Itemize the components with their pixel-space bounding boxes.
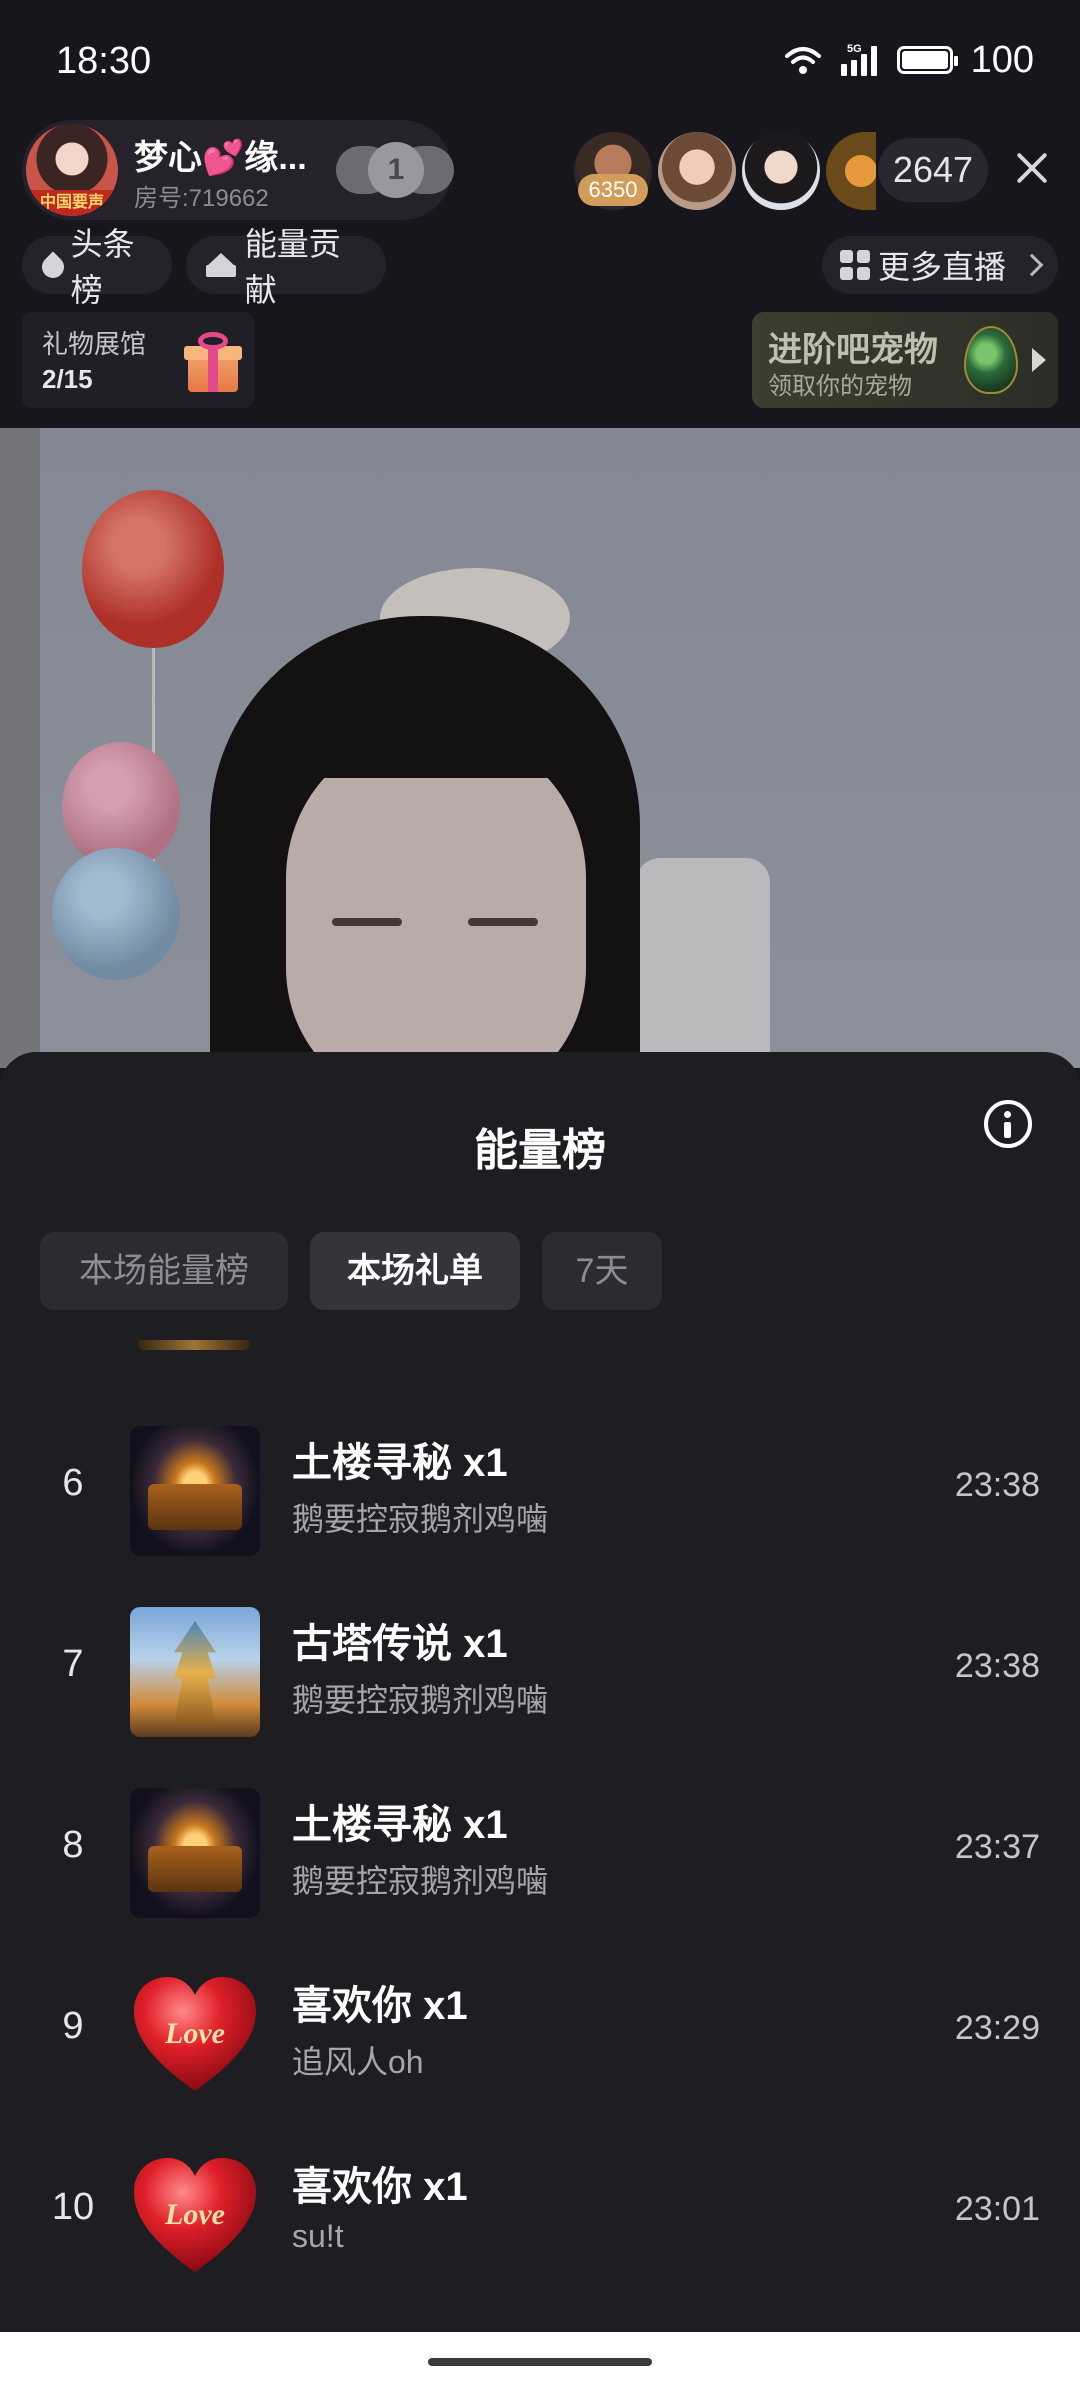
- battery-level: 100: [970, 38, 1034, 81]
- heart-label: Love: [164, 2198, 225, 2231]
- pet-egg-icon: [964, 326, 1018, 394]
- heart-gift-icon: Love: [130, 2150, 260, 2280]
- tab-7-days[interactable]: 7天: [542, 1232, 662, 1310]
- crown-icon: [204, 251, 237, 279]
- heart-label: Love: [164, 2017, 225, 2050]
- room-number: 房号:719662: [134, 185, 269, 212]
- headline-rank-label: 头条榜: [70, 226, 135, 308]
- more-live-label: 更多直播: [878, 249, 1007, 285]
- sender-name: 追风人oh: [292, 2044, 424, 2080]
- heart-gift-icon: Love: [130, 1969, 260, 2099]
- gift-hall-button[interactable]: 礼物展馆 2/15: [22, 312, 254, 408]
- home-indicator[interactable]: [428, 2358, 652, 2366]
- gift-time: 23:38: [954, 1647, 1040, 1685]
- headline-rank-button[interactable]: 头条榜: [22, 226, 172, 308]
- gift-hall-count: 2/15: [42, 364, 93, 394]
- list-item[interactable]: 7 古塔传说 x1 鹅要控寂鹅剂鸡噛 23:38: [0, 1583, 1080, 1763]
- wifi-icon: [784, 47, 821, 74]
- gift-name: 喜欢你 x1: [292, 1984, 468, 2028]
- viewer-avatar[interactable]: [658, 132, 736, 210]
- list-item[interactable]: 10 Love 喜欢你 x1 su!t 23:01: [0, 2126, 1080, 2306]
- signal-5g-icon: 5G: [840, 43, 877, 76]
- system-navigation-bar: [0, 2332, 1080, 2400]
- online-count[interactable]: 2647: [878, 138, 988, 202]
- gift-thumbnail: [130, 1426, 260, 1556]
- gift-thumbnail: [130, 1788, 260, 1918]
- chevron-right-icon: [1020, 253, 1044, 277]
- rank-number: 10: [51, 2186, 95, 2228]
- host-name: 梦心💕缘...: [134, 139, 307, 177]
- list-item[interactable]: 9 Love 喜欢你 x1 追风人oh 23:29: [0, 1945, 1080, 2125]
- gift-box-icon: [184, 332, 242, 392]
- network-label: 5G: [847, 43, 862, 55]
- list-item[interactable]: 8 土楼寻秘 x1 鹅要控寂鹅剂鸡噛 23:37: [0, 1764, 1080, 1944]
- gift-hall-label: 礼物展馆: [42, 329, 147, 359]
- tab-session-gifts[interactable]: 本场礼单: [310, 1232, 520, 1310]
- gift-thumbnail: [130, 1607, 260, 1737]
- live-room-screen: 18:30 5G 100 中国要声 梦心💕缘... 房号:719662 1 63…: [0, 0, 1080, 2400]
- tab-session-energy[interactable]: 本场能量榜: [40, 1232, 288, 1310]
- close-icon[interactable]: [1010, 146, 1054, 190]
- rank-number: 6: [62, 1462, 84, 1504]
- drop-icon: [40, 250, 63, 280]
- gift-time: 23:01: [954, 2190, 1040, 2228]
- grid-icon: [840, 250, 870, 280]
- sender-name: 鹅要控寂鹅剂鸡噛: [292, 1501, 549, 1537]
- energy-rank-sheet: 能量榜 本场能量榜 本场礼单 7天 6 土楼寻秘 x1 鹅要控寂鹅剂鸡噛 23:…: [0, 1052, 1080, 2332]
- gift-time: 23:38: [954, 1466, 1040, 1504]
- host-avatar[interactable]: 中国要声: [26, 124, 118, 216]
- list-item[interactable]: 6 土楼寻秘 x1 鹅要控寂鹅剂鸡噛 23:38: [0, 1402, 1080, 1582]
- gift-name: 土楼寻秘 x1: [292, 1803, 508, 1847]
- sender-name: su!t: [292, 2218, 344, 2254]
- more-live-button[interactable]: 更多直播: [822, 236, 1058, 294]
- rank-number: 8: [62, 1824, 84, 1866]
- sender-name: 鹅要控寂鹅剂鸡噛: [292, 1863, 549, 1899]
- viewer-avatar[interactable]: [742, 132, 820, 210]
- gift-name: 土楼寻秘 x1: [292, 1441, 508, 1485]
- viewer-avatar[interactable]: [826, 132, 876, 210]
- live-video-stream[interactable]: [0, 428, 1080, 1068]
- battery-icon: [896, 46, 958, 74]
- top-header-area: 18:30 5G 100 中国要声 梦心💕缘... 房号:719662 1 63…: [0, 0, 1080, 428]
- energy-contribution-label: 能量贡献: [244, 226, 341, 308]
- pet-banner-subtitle: 领取你的宠物: [768, 373, 912, 400]
- pet-banner[interactable]: 进阶吧宠物 领取你的宠物: [752, 312, 1058, 408]
- gift-time: 23:29: [954, 2009, 1040, 2047]
- fan-level: 1: [368, 142, 424, 198]
- sheet-title: 能量榜: [474, 1126, 606, 1175]
- viewer-score-badge: 6350: [578, 174, 648, 206]
- energy-contribution-button[interactable]: 能量贡献: [186, 226, 386, 308]
- fan-club-badge[interactable]: 1: [336, 138, 454, 202]
- gift-name: 古塔传说 x1: [292, 1622, 508, 1666]
- status-bar: 18:30 5G 100: [0, 0, 1080, 120]
- play-arrow-icon: [1032, 348, 1046, 372]
- pet-banner-title: 进阶吧宠物: [768, 331, 938, 369]
- rank-number: 9: [62, 2005, 84, 2047]
- status-icons: 5G 100: [783, 38, 1034, 82]
- rank-number: 7: [62, 1643, 84, 1685]
- partial-gift-thumbnail: [138, 1340, 250, 1350]
- sender-name: 鹅要控寂鹅剂鸡噛: [292, 1682, 549, 1718]
- info-icon[interactable]: [984, 1100, 1032, 1148]
- host-avatar-tag: 中国要声: [26, 190, 118, 216]
- gift-time: 23:37: [954, 1828, 1040, 1866]
- status-time: 18:30: [56, 40, 152, 82]
- gift-name: 喜欢你 x1: [292, 2165, 468, 2209]
